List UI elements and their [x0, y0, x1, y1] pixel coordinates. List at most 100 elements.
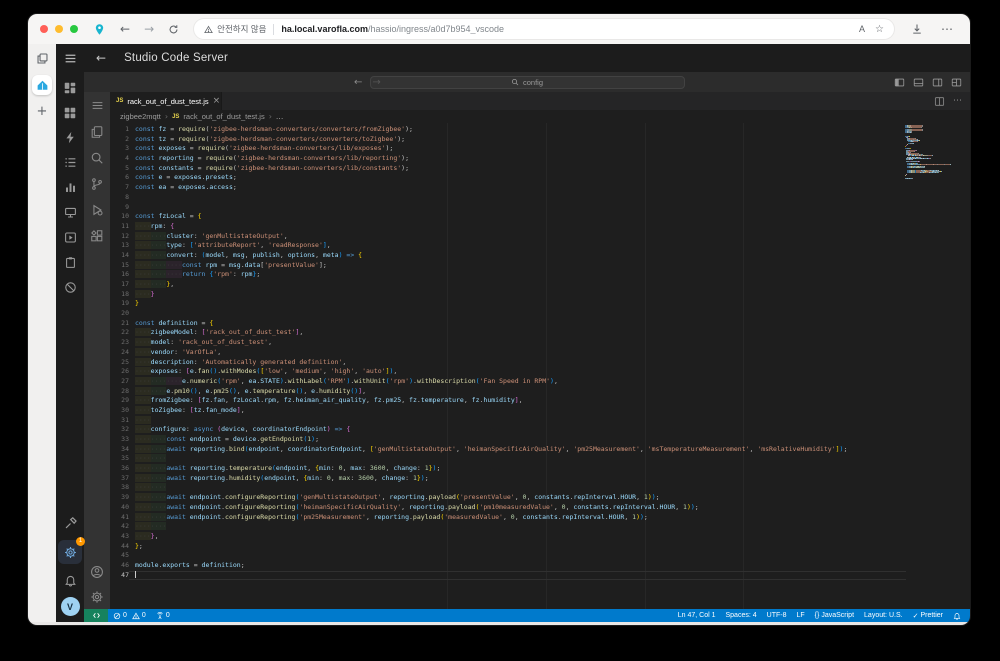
code-line[interactable]: 40 ········await endpoint.configureReport…	[110, 502, 970, 513]
ha-notifications-bell-icon[interactable]	[64, 573, 77, 588]
code-line[interactable]: 34 ········await reporting.bind(endpoint,…	[110, 444, 970, 455]
code-line[interactable]: 26 ····exposes: [e.fan().withModes(['low'…	[110, 367, 970, 377]
extensions-icon[interactable]	[90, 228, 104, 243]
manage-gear-icon[interactable]	[90, 589, 104, 604]
code-line[interactable]: 15 ············const rpm = msg.data['pres…	[110, 260, 970, 271]
code-line[interactable]: 16 ············return {'rpm': rpm};	[110, 270, 970, 280]
code-line[interactable]: 2 const tz = require('zigbee-herdsman-con…	[110, 135, 970, 145]
split-editor-icon[interactable]	[934, 96, 945, 107]
command-center-search[interactable]: config	[369, 75, 685, 89]
problems-status[interactable]: 0 0	[108, 612, 151, 620]
status-keyboard-layout[interactable]: Layout: U.S.	[859, 612, 908, 619]
browser-pin-icon[interactable]	[86, 23, 113, 36]
code-line[interactable]: 10 const fzLocal = {	[110, 212, 970, 222]
code-line[interactable]: 7 const ea = exposes.access;	[110, 183, 970, 193]
status-encoding[interactable]: UTF-8	[762, 612, 792, 619]
ha-blocked-item-icon[interactable]	[64, 280, 77, 295]
code-line[interactable]: 24 ····vendor: 'VarOfLa',	[110, 347, 970, 358]
bookmark-star-icon[interactable]: ☆	[875, 24, 884, 35]
download-icon[interactable]	[904, 23, 930, 35]
code-line[interactable]: 43 ····},	[110, 531, 970, 542]
tab-close-icon[interactable]: ×	[213, 96, 221, 106]
status-formatter[interactable]: ✓ Prettier	[908, 612, 948, 620]
code-line[interactable]: 32 ····configure: async (device, coordina…	[110, 425, 970, 435]
editor-forward-icon[interactable]: →	[372, 77, 380, 88]
ha-energy-icon[interactable]	[64, 130, 77, 145]
ha-user-avatar[interactable]: V	[60, 597, 80, 616]
ha-media-server-icon[interactable]	[64, 205, 77, 220]
code-line[interactable]: 13 ········type: ['attributeReport', 'rea…	[110, 241, 970, 251]
code-line[interactable]: 33 ········const endpoint = device.getEnd…	[110, 435, 970, 445]
code-line[interactable]: 42 ········	[110, 522, 970, 532]
code-line[interactable]: 23 ····model: 'rack_out_of_dust_test',	[110, 338, 970, 348]
ha-sidebar-menu-icon[interactable]	[56, 52, 84, 65]
browser-forward-button[interactable]: →	[137, 23, 161, 35]
code-line[interactable]: 3 const exposes = require('zigbee-herdsma…	[110, 144, 970, 154]
close-window-button[interactable]	[40, 25, 48, 33]
code-line[interactable]: 35 ········	[110, 454, 970, 464]
ha-media-icon[interactable]	[64, 230, 77, 245]
code-line[interactable]: 4 const reporting = require('zigbee-herds…	[110, 154, 970, 164]
code-line[interactable]: 27 ············e.numeric('rpm', ea.STATE)…	[110, 376, 970, 387]
code-line[interactable]: 5 const constants = require('zigbee-herds…	[110, 164, 970, 174]
ha-todo-icon[interactable]	[64, 255, 77, 270]
code-line[interactable]: 37 ········await reporting.humidity(endpo…	[110, 473, 970, 484]
customize-layout-icon[interactable]	[951, 77, 962, 88]
toggle-panel-icon[interactable]	[913, 77, 924, 88]
new-tab-button[interactable]: +	[37, 105, 48, 118]
breadcrumb-folder[interactable]: zigbee2mqtt	[120, 112, 161, 121]
code-line[interactable]: 36 ········await reporting.temperature(en…	[110, 464, 970, 474]
code-line[interactable]: 19}	[110, 299, 970, 309]
code-line[interactable]: 1 const fz = require('zigbee-herdsman-con…	[110, 125, 970, 135]
active-tab-home-assistant[interactable]	[32, 75, 52, 95]
code-line[interactable]: 28 ········e.pm10(), e.pm25(), e.temperat…	[110, 386, 970, 397]
toggle-secondary-sidebar-icon[interactable]	[932, 77, 943, 88]
ha-overview-icon[interactable]	[63, 80, 77, 95]
ha-developer-tools-icon[interactable]	[64, 516, 77, 531]
code-line[interactable]: 45	[110, 551, 970, 561]
code-line[interactable]: 17 ········},	[110, 280, 970, 290]
code-line[interactable]: 47	[110, 570, 970, 581]
code-line[interactable]: 12 ········cluster: 'genMultistateOutput'…	[110, 231, 970, 242]
minimize-window-button[interactable]	[55, 25, 63, 33]
explorer-icon[interactable]	[90, 124, 104, 139]
code-line[interactable]: 41 ········await endpoint.configureReport…	[110, 512, 970, 523]
run-debug-icon[interactable]	[90, 202, 104, 217]
code-line[interactable]: 11 ····rpm: {	[110, 221, 970, 232]
ha-back-button[interactable]: ←	[96, 51, 106, 65]
code-line[interactable]: 44};	[110, 542, 970, 552]
code-line[interactable]: 14 ········convert: (model, msg, publish,…	[110, 250, 970, 261]
code-line[interactable]: 8	[110, 193, 970, 203]
code-editor[interactable]: 1 const fz = require('zigbee-herdsman-con…	[110, 123, 970, 609]
browser-reload-button[interactable]	[161, 24, 186, 35]
ha-dashboard-grid-icon[interactable]	[63, 105, 77, 120]
source-control-icon[interactable]	[90, 176, 104, 191]
status-indentation[interactable]: Spaces: 4	[721, 612, 762, 619]
status-line-col[interactable]: Ln 47, Col 1	[673, 612, 721, 619]
search-icon[interactable]	[90, 150, 104, 165]
code-line[interactable]: 39 ········await endpoint.configureReport…	[110, 493, 970, 503]
ports-status[interactable]: 0	[151, 611, 175, 620]
code-line[interactable]: 18 ····}	[110, 289, 970, 300]
ha-logbook-icon[interactable]	[64, 155, 77, 170]
address-bar[interactable]: 안전하지 않음 ha.local.varofla.com/hassio/ingr…	[194, 19, 894, 39]
code-line[interactable]: 30 ····toZigbee: [tz.fan_mode],	[110, 405, 970, 416]
status-language[interactable]: {} JavaScript	[810, 612, 859, 619]
code-line[interactable]: 31 ····	[110, 415, 970, 426]
remote-indicator[interactable]	[84, 609, 108, 622]
code-line[interactable]: 29 ····fromZigbee: [fz.fan, fzLocal.rpm, …	[110, 396, 970, 406]
read-aloud-icon[interactable]: A	[859, 24, 865, 34]
tab-list-icon[interactable]	[36, 52, 49, 65]
code-line[interactable]: 38 ········	[110, 483, 970, 493]
ha-history-icon[interactable]	[64, 180, 77, 195]
code-line[interactable]: 6 const e = exposes.presets;	[110, 173, 970, 183]
code-line[interactable]: 46 module.exports = definition;	[110, 561, 970, 571]
code-line[interactable]: 25 ····description: 'Automatically genera…	[110, 357, 970, 368]
maximize-window-button[interactable]	[70, 25, 78, 33]
minimap[interactable]	[905, 125, 952, 180]
code-line[interactable]: 9	[110, 203, 970, 213]
breadcrumb-file[interactable]: rack_out_of_dust_test.js	[183, 112, 264, 121]
editor-back-icon[interactable]: ←	[354, 77, 362, 88]
accounts-icon[interactable]	[90, 564, 104, 579]
editor-more-actions-icon[interactable]: ⋯	[953, 96, 962, 106]
